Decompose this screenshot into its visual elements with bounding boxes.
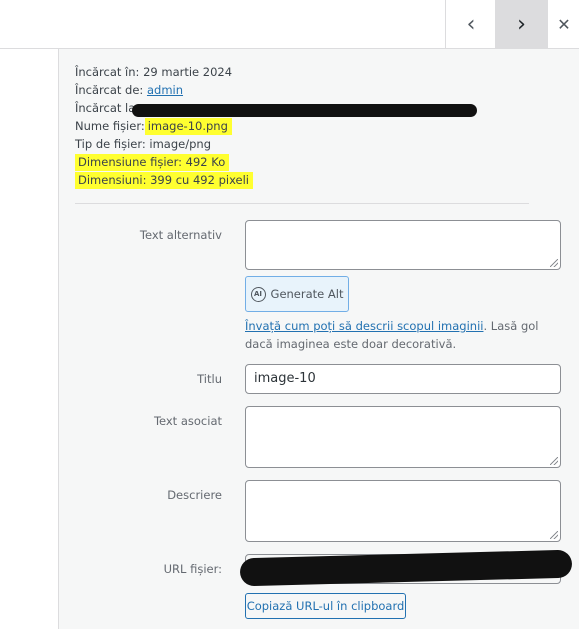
alt-text-textarea[interactable] [245,220,561,270]
description-textarea[interactable] [245,480,561,542]
file-size: Dimensiune fișier: 492 Ko [75,153,253,171]
file-url-label: URL fișier: [163,562,222,576]
uploaded-to: Încărcat la [75,99,477,117]
title-label: Titlu [197,372,222,386]
ai-icon: AI [250,286,266,302]
resize-handle-icon[interactable] [550,259,558,267]
uploaded-by-user-link[interactable]: admin [147,83,183,97]
copy-url-button[interactable]: Copiază URL-ul în clipboard [245,593,406,619]
modal-header: ‹ › ✕ [0,0,579,49]
next-media-button[interactable]: › [495,0,547,48]
alt-text-help: Învață cum poți să descrii scopul imagin… [245,319,539,351]
divider [75,203,529,204]
file-details: Încărcat în: 29 martie 2024 Încărcat de:… [75,63,477,189]
dimensions: Dimensiuni: 399 cu 492 pixeli [75,171,253,189]
attachment-preview-area [0,49,59,629]
close-icon: ✕ [557,14,571,34]
alt-text-label: Text alternativ [139,228,222,242]
uploaded-on: Încărcat în: 29 martie 2024 [75,65,233,79]
caption-textarea[interactable] [245,406,561,468]
previous-media-button[interactable]: ‹ [445,0,496,48]
uploaded-by: Încărcat de: admin [75,83,184,97]
chevron-left-icon: ‹ [466,11,476,37]
generate-alt-button[interactable]: AI Generate Alt [245,276,349,312]
close-modal-button[interactable]: ✕ [547,0,579,48]
redaction-mark [132,104,477,117]
caption-label: Text asociat [153,414,222,428]
title-input[interactable]: image-10 [245,364,561,394]
resize-handle-icon[interactable] [550,457,558,465]
chevron-right-icon: › [517,11,526,37]
file-name: Nume fișier: image-10.png [75,117,253,135]
file-type: Tip de fișier: image/png [75,137,211,151]
attachment-details-panel: Încărcat în: 29 martie 2024 Încărcat de:… [59,49,579,629]
description-label: Descriere [167,488,222,502]
alt-text-help-link[interactable]: Învață cum poți să descrii scopul imagin… [245,319,483,333]
file-name-value: image-10.png [144,118,232,135]
resize-handle-icon[interactable] [550,531,558,539]
